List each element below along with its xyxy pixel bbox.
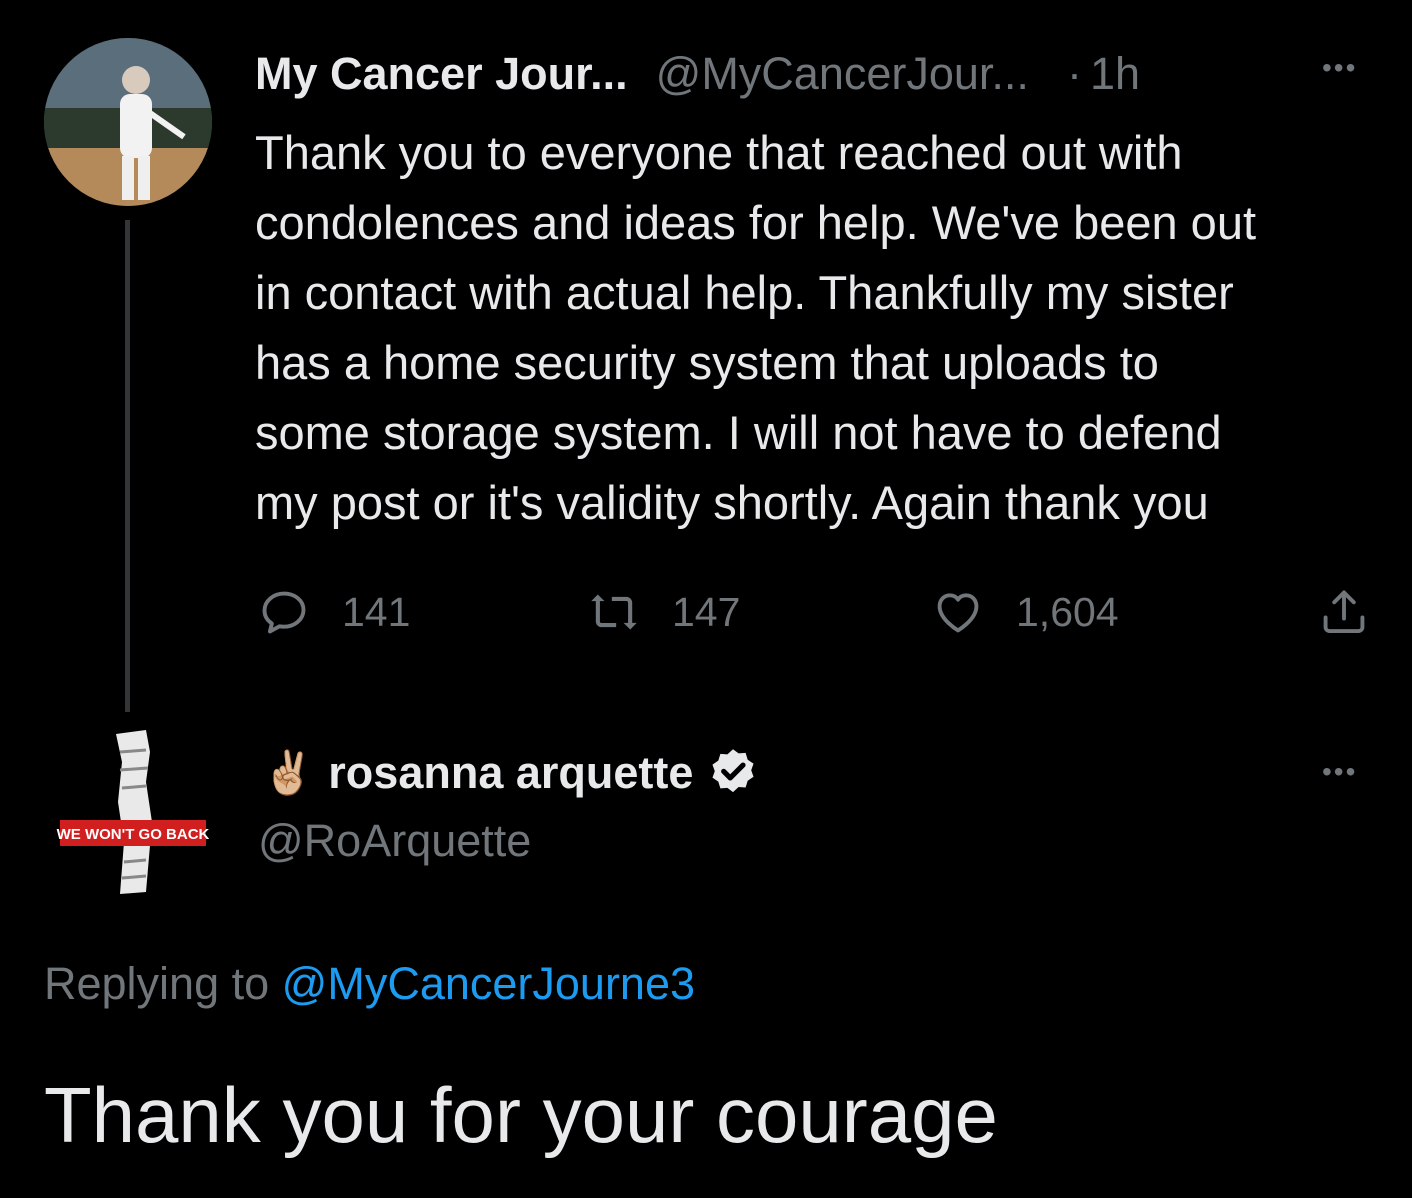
tweet-header: My Cancer Jour... @MyCancerJour... · 1h <box>255 44 1140 104</box>
tweet-text: Thank you to everyone that reached out w… <box>255 126 1257 529</box>
like-button[interactable]: 1,604 <box>932 580 1119 644</box>
like-count: 1,604 <box>1016 588 1119 635</box>
avatar-rosanna-arquette[interactable]: WE WON'T GO BACK <box>54 722 214 898</box>
victory-hand-emoji: ✌🏼 <box>262 748 315 796</box>
replying-mention-link[interactable]: @MyCancerJourne3 <box>282 958 695 1009</box>
author-name[interactable]: My Cancer Jour... <box>255 48 628 100</box>
retweet-icon <box>591 594 637 630</box>
more-options-button[interactable]: ••• <box>1322 756 1357 788</box>
author-handle[interactable]: @MyCancerJour... <box>656 48 1029 100</box>
avatar-label: WE WON'T GO BACK <box>57 826 210 843</box>
reply-text: Thank you for your courage <box>44 1071 998 1159</box>
reply-button[interactable]: 141 <box>258 580 410 644</box>
thread-line <box>125 220 130 712</box>
reply-count: 141 <box>342 588 411 635</box>
avatar-image <box>44 38 212 206</box>
reply-header: ✌🏼 rosanna arquette <box>262 740 761 806</box>
verified-badge-icon <box>712 749 754 793</box>
retweet-count: 147 <box>672 588 741 635</box>
avatar-image: WE WON'T GO BACK <box>54 722 214 898</box>
replying-to: Replying to @MyCancerJourne3 <box>44 958 695 1010</box>
replying-label: Replying to <box>44 958 270 1009</box>
author-handle[interactable]: @RoArquette <box>258 815 531 867</box>
reply-icon <box>262 591 306 634</box>
retweet-button[interactable]: 147 <box>588 580 740 644</box>
separator-dot: · <box>1066 48 1082 99</box>
more-options-button[interactable]: ••• <box>1322 52 1357 84</box>
tweet-timestamp[interactable]: 1h <box>1090 48 1140 100</box>
share-icon <box>1323 590 1365 634</box>
author-name[interactable]: rosanna arquette <box>328 747 693 799</box>
avatar-my-cancer-journey[interactable] <box>44 38 212 206</box>
like-icon <box>937 593 979 633</box>
share-button[interactable] <box>1318 580 1370 644</box>
